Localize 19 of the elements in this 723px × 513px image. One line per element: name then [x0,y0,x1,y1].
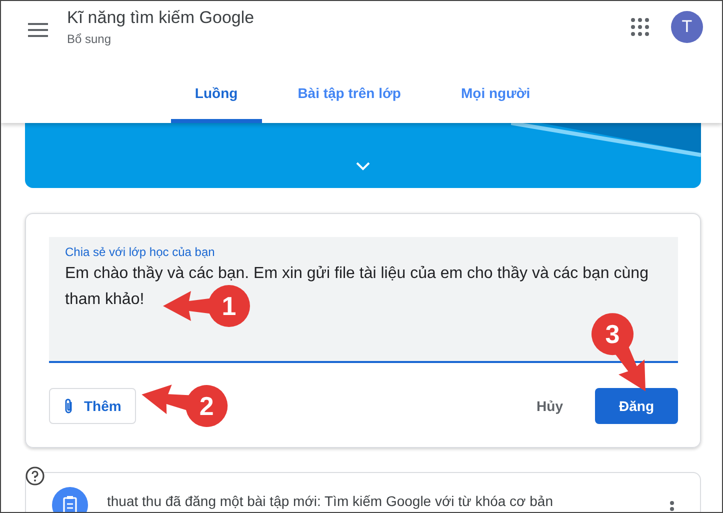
chevron-down-icon[interactable] [356,162,370,171]
cancel-button[interactable]: Hủy [520,388,579,424]
apps-grid-icon[interactable] [631,18,649,36]
class-subtitle: Bổ sung [67,32,112,46]
callout-number: 1 [220,293,238,319]
more-options-icon[interactable] [670,501,674,512]
help-icon[interactable] [25,466,45,486]
callout-number: 2 [198,393,215,419]
class-title[interactable]: Kĩ năng tìm kiếm Google [67,8,254,28]
paperclip-icon [64,398,74,414]
menu-icon[interactable] [28,23,48,37]
tab[interactable]: Bài tập trên lớp [274,71,425,123]
avatar[interactable]: T [671,11,703,43]
tab[interactable]: Mọi người [437,71,554,123]
post-card[interactable]: thuat thu đã đăng một bài tập mới: Tìm kiếm Google với từ khóa cơ bản [25,472,701,512]
add-attachment-button[interactable]: Thêm [49,388,136,424]
post-button[interactable]: Đăng [595,388,678,424]
post-text: thuat thu đã đăng một bài tập mới: Tìm kiếm Google với từ khóa cơ bản [107,493,553,509]
callout-number: 3 [604,321,621,348]
